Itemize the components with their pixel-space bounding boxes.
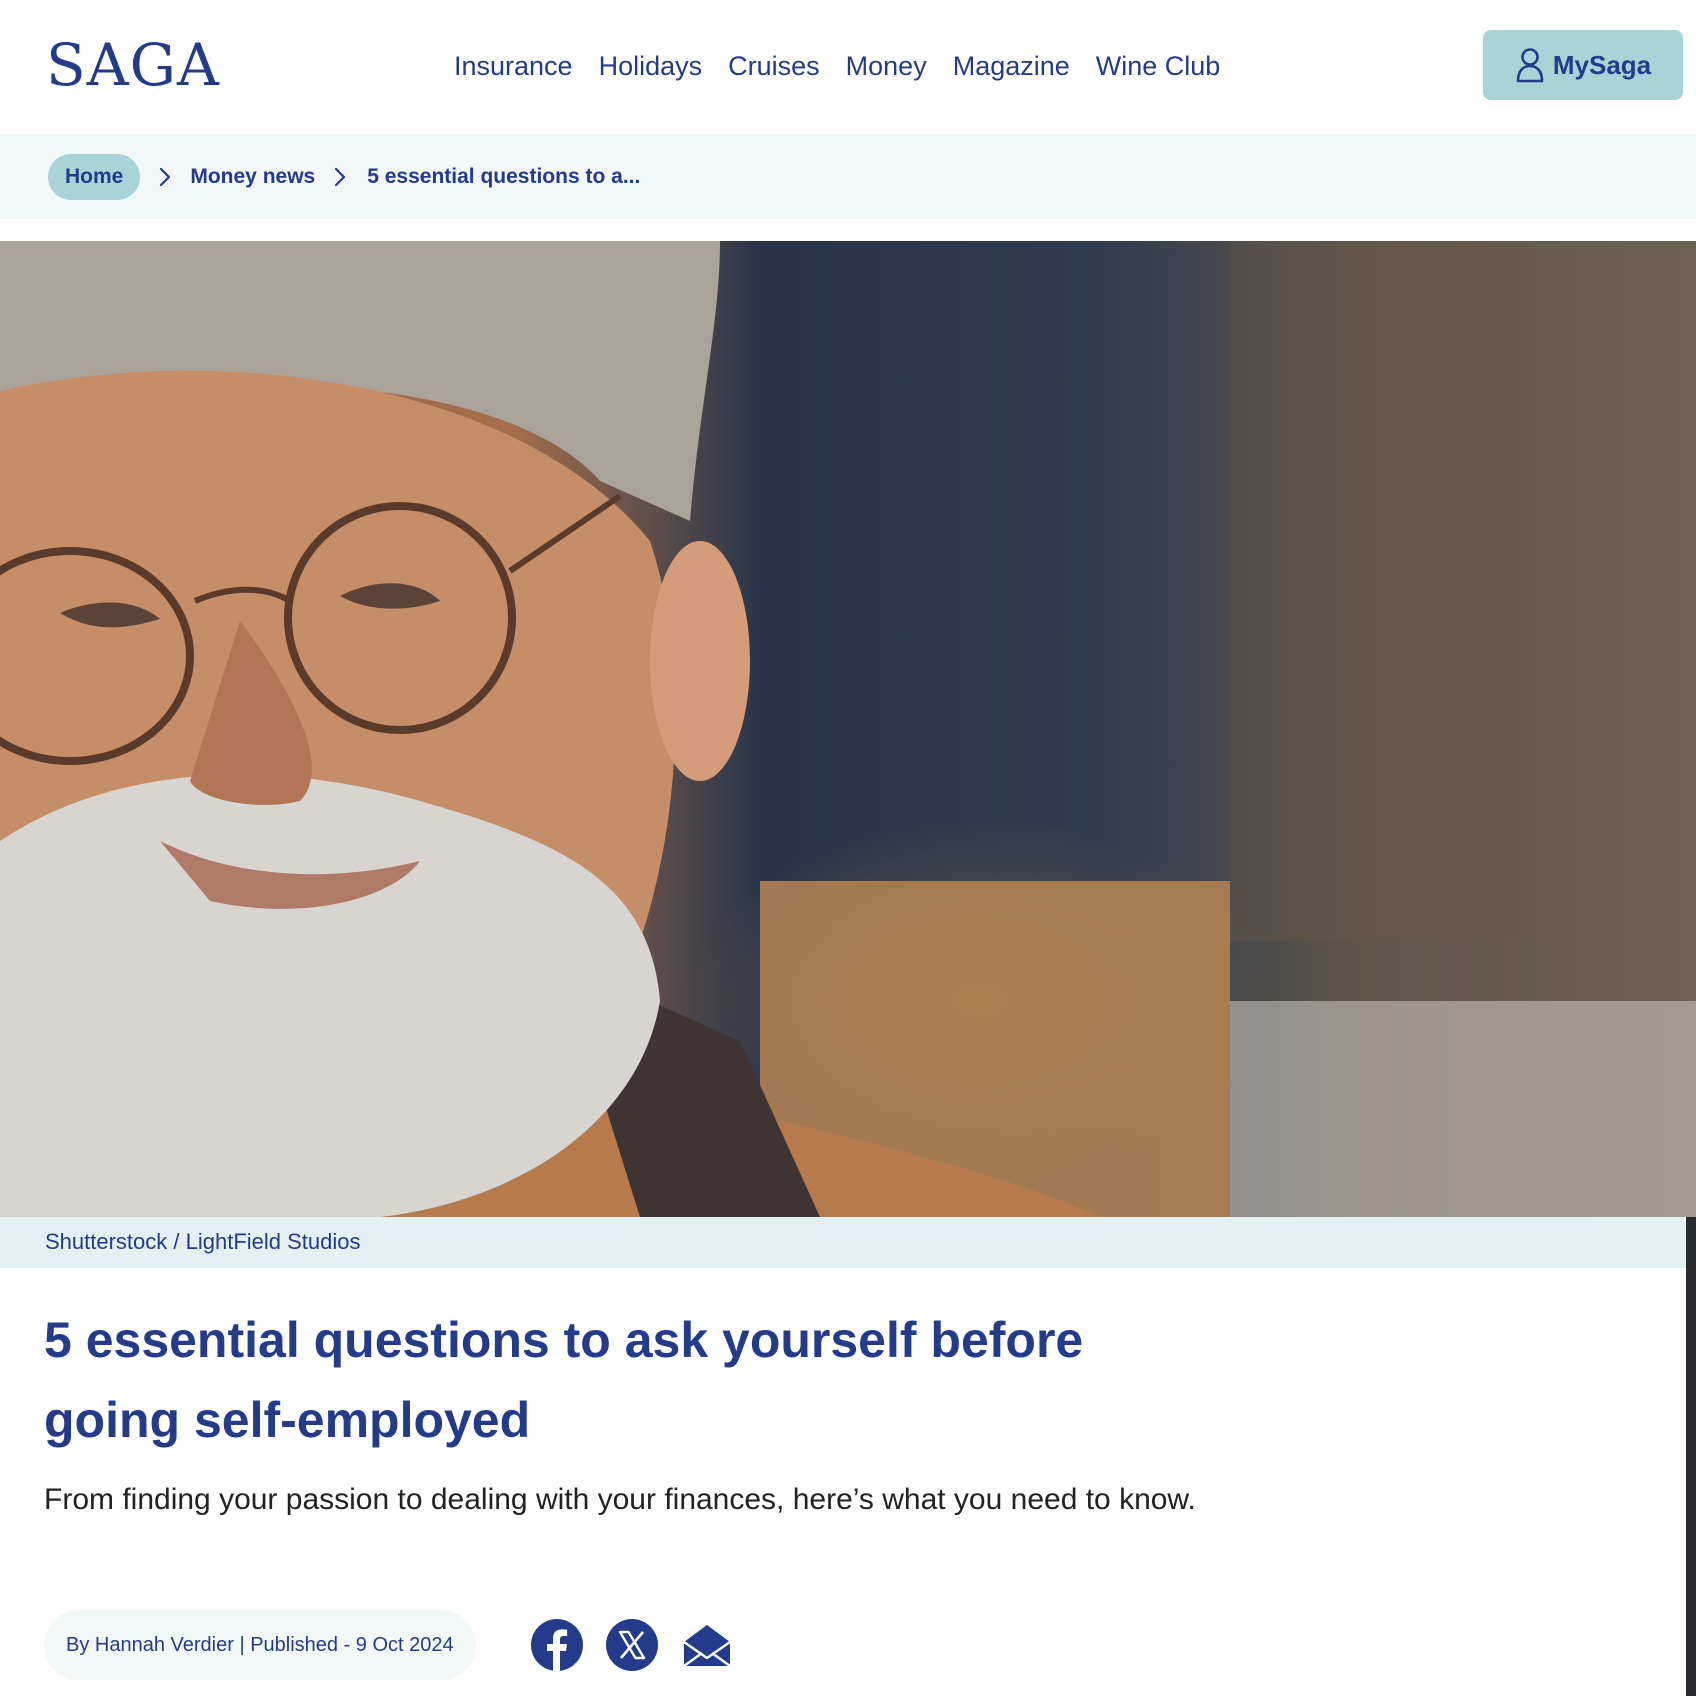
nav-magazine[interactable]: Magazine (940, 44, 1083, 88)
share-buttons (530, 1618, 734, 1672)
breadcrumb-home[interactable]: Home (48, 154, 141, 200)
mysaga-label: MySaga (1552, 49, 1652, 80)
nav-money[interactable]: Money (833, 44, 940, 88)
facebook-icon[interactable] (530, 1618, 584, 1672)
user-icon (1516, 48, 1544, 83)
image-caption-bar: Shutterstock / LightField Studios (0, 1217, 1686, 1268)
main-nav: Insurance Holidays Cruises Money Magazin… (454, 44, 1233, 88)
breadcrumb-current: 5 essential questions to a... (367, 165, 641, 188)
nav-insurance[interactable]: Insurance (454, 44, 586, 88)
nav-wine-club[interactable]: Wine Club (1083, 44, 1234, 88)
mysaga-button[interactable]: MySaga (1483, 30, 1683, 100)
breadcrumb-money-news[interactable]: Money news (190, 154, 315, 200)
byline-text: By Hannah Verdier | Published - 9 Oct 20… (66, 1633, 454, 1656)
hero-image-edge (1686, 1217, 1696, 1696)
byline: By Hannah Verdier | Published - 9 Oct 20… (44, 1610, 476, 1680)
chevron-right-icon (160, 167, 171, 187)
article-subtitle: From finding your passion to dealing wit… (44, 1483, 1196, 1516)
x-icon[interactable] (605, 1618, 659, 1672)
chevron-right-icon (335, 167, 346, 187)
email-icon[interactable] (680, 1618, 734, 1672)
nav-cruises[interactable]: Cruises (715, 44, 833, 88)
article-title: 5 essential questions to ask yourself be… (44, 1312, 1084, 1448)
site-header: SAGA Insurance Holidays Cruises Money Ma… (0, 0, 1696, 134)
hero-image (0, 241, 1696, 1217)
saga-logo[interactable]: SAGA (46, 30, 220, 100)
nav-holidays[interactable]: Holidays (586, 44, 716, 88)
breadcrumb: Home Money news 5 essential questions to… (0, 134, 1696, 219)
image-credit: Shutterstock / LightField Studios (45, 1229, 361, 1254)
hero-photo-illustration (0, 241, 1696, 1217)
